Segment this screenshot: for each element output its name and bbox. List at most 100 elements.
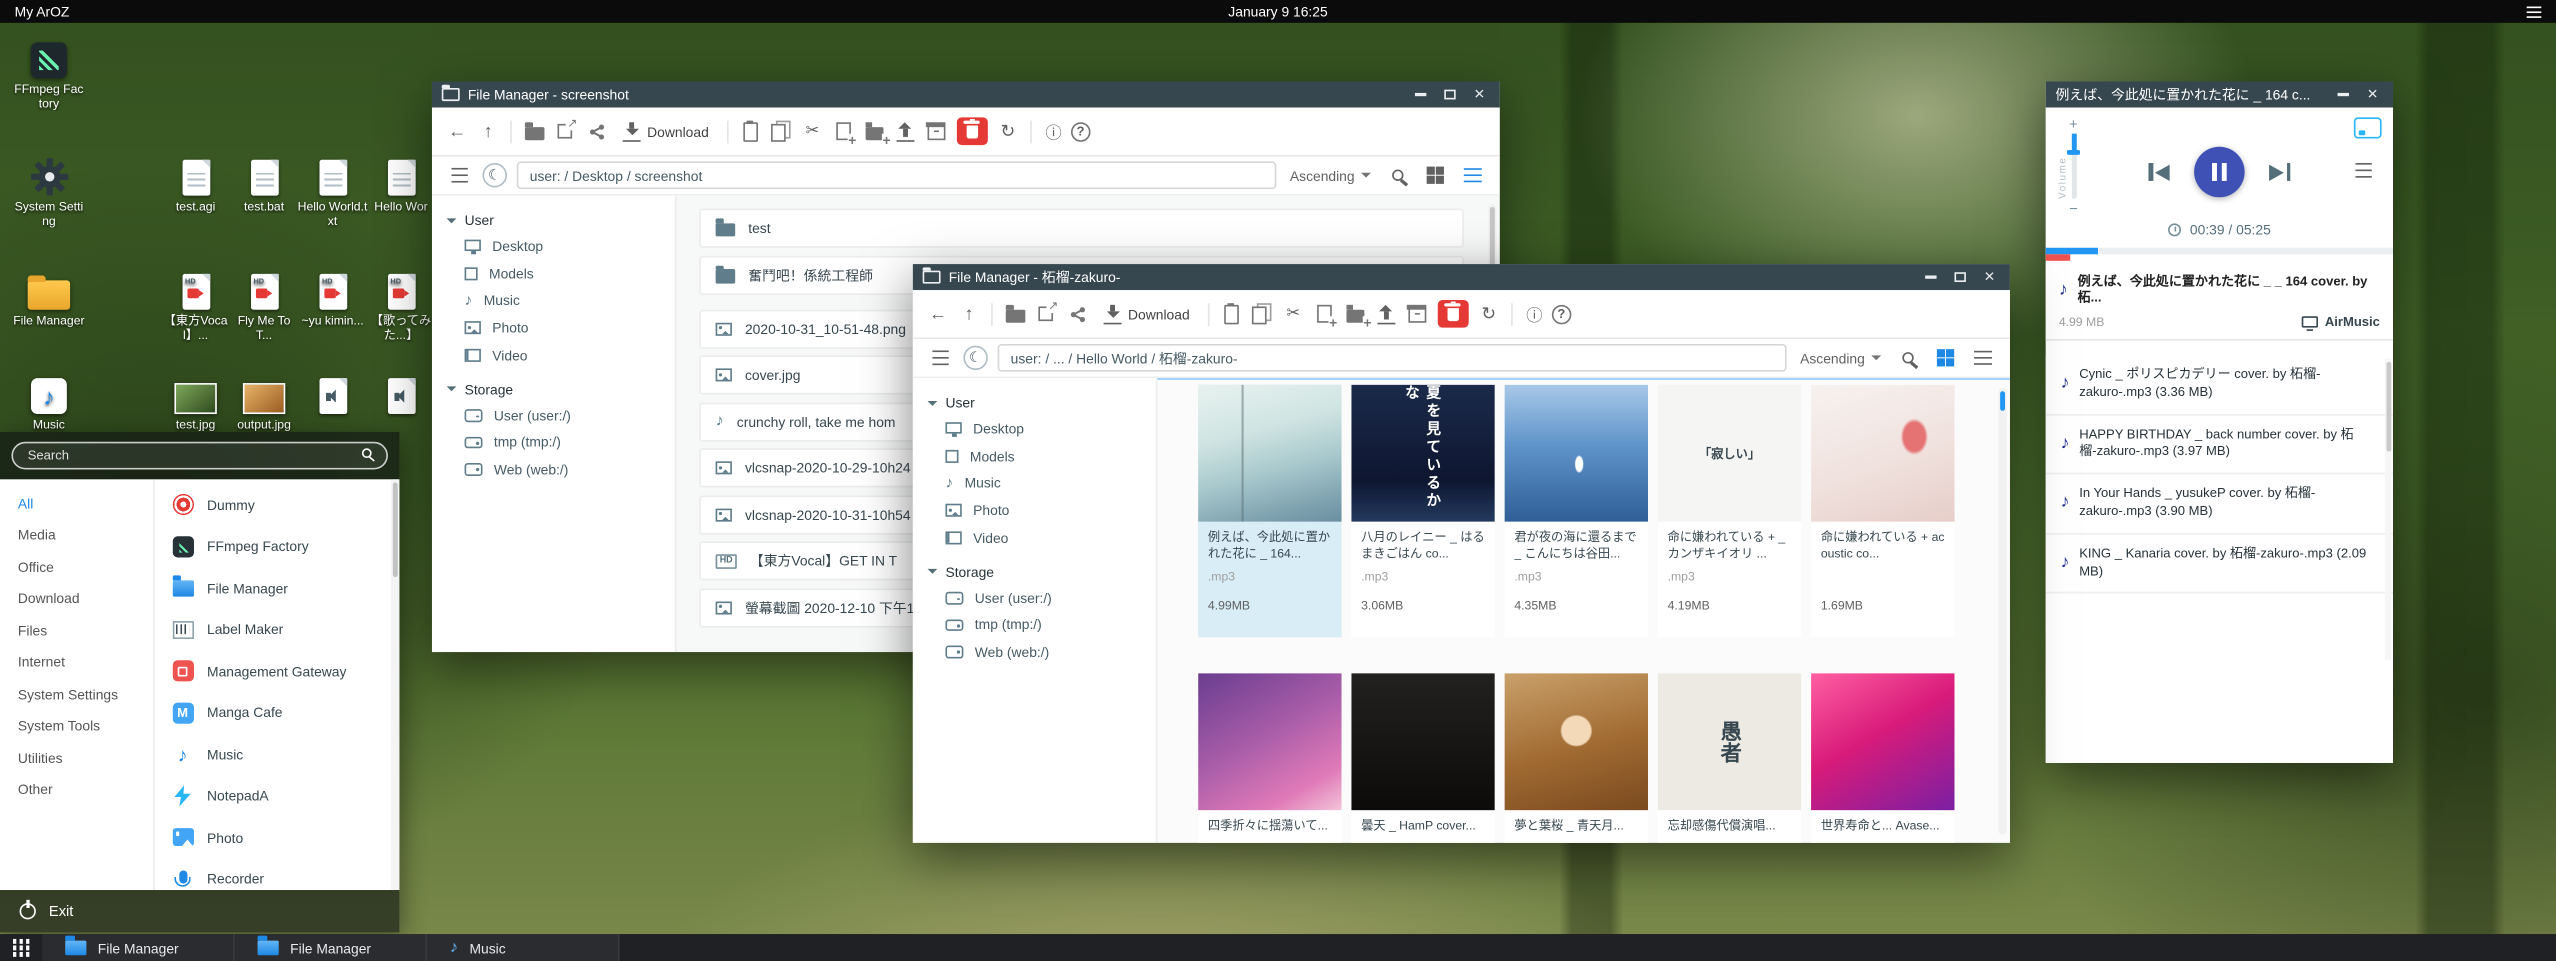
path-input[interactable] xyxy=(517,161,1277,189)
sidebar-item-desktop[interactable]: Desktop xyxy=(432,233,675,260)
scrollbar[interactable] xyxy=(1999,388,2007,835)
app-item-management-gateway[interactable]: Management Gateway xyxy=(155,650,400,692)
file-card[interactable]: 夢と葉桜 _ 青天月... xyxy=(1505,673,1648,843)
sort-dropdown[interactable]: Ascending xyxy=(1290,167,1371,183)
sidebar-item-tmp-drive[interactable]: tmp (tmp:/) xyxy=(432,429,675,456)
info-button[interactable] xyxy=(1521,300,1549,328)
sort-dropdown[interactable]: Ascending xyxy=(1800,350,1881,366)
up-button[interactable] xyxy=(955,300,983,328)
app-grid-button[interactable] xyxy=(0,934,42,961)
file-card[interactable]: 四季折々に揺蕩いて... xyxy=(1198,673,1341,843)
app-item-recorder[interactable]: Recorder xyxy=(155,858,400,890)
trash-button[interactable] xyxy=(957,117,988,145)
download-button[interactable]: Download xyxy=(1094,296,1200,332)
sidebar-section-storage[interactable]: Storage xyxy=(913,559,1156,585)
sidebar-item-models[interactable]: Models xyxy=(432,260,675,287)
desktop-file-test-bat[interactable]: test.bat xyxy=(228,153,300,213)
hamburger-icon[interactable] xyxy=(2527,6,2542,17)
pause-button[interactable] xyxy=(2194,147,2245,198)
paste-button[interactable] xyxy=(1217,300,1245,328)
file-card[interactable]: 君が夜の海に還るまで _ こんにちは谷田....mp34.35MB xyxy=(1505,385,1648,638)
close-button[interactable] xyxy=(2362,84,2383,105)
scrollbar[interactable] xyxy=(2385,359,2392,661)
category-internet[interactable]: Internet xyxy=(0,646,153,678)
dark-mode-toggle[interactable] xyxy=(963,346,987,370)
back-button[interactable] xyxy=(443,117,471,145)
sidebar-item-music[interactable]: Music xyxy=(913,469,1156,497)
file-card-selected[interactable]: 例えば、今此処に置かれた花に _ 164....mp34.99MB xyxy=(1198,385,1341,638)
sidebar-item-web-drive[interactable]: Web (web:/) xyxy=(913,638,1156,665)
sidebar-item-photo[interactable]: Photo xyxy=(432,315,675,342)
app-item-dummy[interactable]: Dummy xyxy=(155,484,400,526)
app-item-notepada[interactable]: NotepadA xyxy=(155,775,400,817)
path-input[interactable] xyxy=(998,344,1787,372)
file-card[interactable]: 曇天 _ HamP cover... xyxy=(1351,673,1494,843)
os-brand[interactable]: My ArOZ xyxy=(15,3,70,19)
copy-button[interactable] xyxy=(1248,300,1276,328)
file-card[interactable]: 命に嫌われている + acoustic co...1.69MB xyxy=(1811,385,1954,638)
file-card[interactable]: 世界寿命と... Avase... xyxy=(1811,673,1954,843)
copy-button[interactable] xyxy=(767,117,795,145)
volume-minus[interactable]: − xyxy=(2060,201,2086,217)
sidebar-toggle-button[interactable] xyxy=(445,161,473,189)
desktop-file-test-agi[interactable]: test.agi xyxy=(160,153,232,213)
app-item-photo[interactable]: Photo xyxy=(155,817,400,859)
app-item-music[interactable]: Music xyxy=(155,734,400,776)
file-card[interactable]: 「寂しい」 命に嫌われている + _ カンザキイオリ ....mp34.19MB xyxy=(1658,385,1801,638)
taskbar-item-file-manager-2[interactable]: File Manager xyxy=(235,934,427,961)
back-button[interactable] xyxy=(924,300,952,328)
window-titlebar[interactable]: 例えば、今此処に置かれた花に _ 164 c... xyxy=(2046,82,2393,108)
minimize-button[interactable] xyxy=(1410,84,1431,105)
sidebar-section-user[interactable]: User xyxy=(913,390,1156,416)
sidebar-item-music[interactable]: Music xyxy=(432,286,675,314)
sidebar-item-desktop[interactable]: Desktop xyxy=(913,416,1156,443)
desktop-file-video-4[interactable]: 【歌ってみた...】 xyxy=(365,267,437,342)
sidebar-item-photo[interactable]: Photo xyxy=(913,497,1156,524)
grid-view-button[interactable] xyxy=(1932,344,1960,372)
desktop-icon-file-manager[interactable]: File Manager xyxy=(13,267,85,327)
category-files[interactable]: Files xyxy=(0,615,153,647)
new-folder-button[interactable] xyxy=(1341,300,1369,328)
window-titlebar[interactable]: File Manager - 柘榴-zakuro- xyxy=(913,264,2010,290)
cut-button[interactable] xyxy=(798,117,826,145)
sidebar-item-video[interactable]: Video xyxy=(913,524,1156,551)
playlist-toggle-button[interactable] xyxy=(2349,156,2377,184)
next-track-button[interactable] xyxy=(2269,163,2290,181)
archive-button[interactable] xyxy=(922,117,950,145)
category-office[interactable]: Office xyxy=(0,551,153,583)
open-button[interactable] xyxy=(1001,300,1029,328)
category-all[interactable]: All xyxy=(0,487,153,519)
open-button[interactable] xyxy=(520,117,548,145)
new-folder-button[interactable] xyxy=(860,117,888,145)
app-item-label-maker[interactable]: Label Maker xyxy=(155,609,400,651)
desktop-file-video-2[interactable]: Fly Me To T... xyxy=(228,267,300,342)
up-button[interactable] xyxy=(474,117,502,145)
desktop-file-audio-2[interactable] xyxy=(365,372,437,418)
airplay-cast-button[interactable] xyxy=(2354,117,2382,138)
paste-button[interactable] xyxy=(736,117,764,145)
cut-button[interactable] xyxy=(1279,300,1307,328)
refresh-button[interactable] xyxy=(994,117,1022,145)
desktop-file-audio-1[interactable] xyxy=(297,372,369,418)
sidebar-item-user-drive[interactable]: User (user:/) xyxy=(432,402,675,429)
output-device[interactable]: AirMusic xyxy=(2302,314,2380,329)
exit-button[interactable]: Exit xyxy=(0,890,399,932)
upload-button[interactable] xyxy=(1372,300,1400,328)
minimize-button[interactable] xyxy=(2333,84,2354,105)
previous-track-button[interactable] xyxy=(2148,163,2169,181)
category-utilities[interactable]: Utilities xyxy=(0,742,153,774)
app-item-file-manager[interactable]: File Manager xyxy=(155,567,400,609)
grid-view-button[interactable] xyxy=(1421,161,1449,189)
refresh-button[interactable] xyxy=(1475,300,1503,328)
new-file-button[interactable] xyxy=(1310,300,1338,328)
file-card[interactable]: 夏を見ているかな 八月のレイニー _ はるまきごはん co....mp33.06… xyxy=(1351,385,1494,638)
maximize-button[interactable] xyxy=(1439,84,1460,105)
sidebar-item-models[interactable]: Models xyxy=(913,442,1156,469)
list-view-button[interactable] xyxy=(1459,161,1487,189)
desktop-file-hello-wor[interactable]: Hello Wor xyxy=(365,153,437,213)
desktop-icon-ffmpeg-factory[interactable]: FFmpeg Factory xyxy=(13,36,85,111)
file-row[interactable]: test xyxy=(699,209,1464,248)
now-playing[interactable]: 例えば、今此処に置かれた花に _ _ 164 cover. by 柘... 4.… xyxy=(2046,266,2393,341)
category-system-tools[interactable]: System Tools xyxy=(0,710,153,742)
minimize-button[interactable] xyxy=(1920,267,1941,288)
